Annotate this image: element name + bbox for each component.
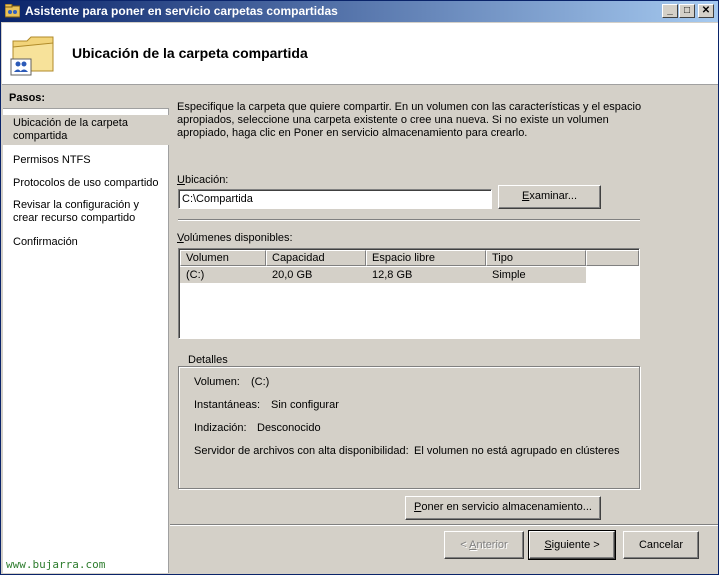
description-text: Especifique la carpeta que quiere compar… [177,101,642,139]
details-title: Detalles [185,354,231,366]
browse-button[interactable]: Examinar... [498,185,601,209]
detail-volume-label: Volumen: [194,376,240,388]
step-item-review[interactable]: Revisar la configuración y crear recurso… [3,197,169,227]
details-groupbox [178,366,640,489]
volume-cell: (C:) [186,269,205,281]
page-title: Ubicación de la carpeta compartida [72,45,308,61]
cancel-button[interactable]: Cancelar [623,531,699,559]
volumes-list[interactable]: Volumen Capacidad Espacio libre Tipo (C:… [178,248,640,339]
location-label: Ubicación: [177,174,229,186]
minimize-button[interactable]: _ [662,4,678,18]
close-button[interactable]: ✕ [698,4,714,18]
separator [178,219,640,221]
wizard-window: Asistente para poner en servicio carpeta… [0,0,719,575]
back-button[interactable]: < Anterior [444,531,524,559]
footer-separator [170,524,718,526]
watermark: www.bujarra.com [6,558,106,571]
column-header-capacity[interactable]: Capacidad [266,250,366,266]
steps-heading: Pasos: [3,87,169,109]
step-item-sharing-protocols[interactable]: Protocolos de uso compartido [3,175,169,192]
volumes-label: Volúmenes disponibles: [177,232,293,244]
column-header-filler [586,250,639,266]
detail-snapshots-value: Sin configurar [271,399,339,411]
wizard-app-icon [5,4,20,18]
detail-indexing-value: Desconocido [257,422,321,434]
column-header-free-space[interactable]: Espacio libre [366,250,486,266]
detail-ha-value: El volumen no está agrupado en clústeres [414,445,620,457]
volume-row[interactable]: (C:) 20,0 GB 12,8 GB Simple [180,267,586,283]
step-item-location[interactable]: Ubicación de la carpeta compartida [3,115,169,145]
detail-volume-value: (C:) [251,376,270,388]
detail-ha-label: Servidor de archivos con alta disponibil… [194,445,409,457]
provision-storage-button[interactable]: Poner en servicio almacenamiento... [405,496,601,520]
wizard-header: Ubicación de la carpeta compartida [2,23,718,85]
type-cell: Simple [492,269,526,281]
step-item-confirmation[interactable]: Confirmación [3,234,169,251]
column-header-volume[interactable]: Volumen [180,250,266,266]
maximize-button[interactable]: □ [679,4,695,18]
detail-indexing-label: Indización: [194,422,247,434]
title-bar: Asistente para poner en servicio carpeta… [1,1,718,22]
location-input[interactable]: C:\Compartida [178,189,492,209]
detail-snapshots-label: Instantáneas: [194,399,261,411]
step-item-ntfs-permissions[interactable]: Permisos NTFS [3,152,169,169]
steps-sidebar: Pasos: Ubicación de la carpeta compartid… [3,87,169,573]
free-space-cell: 12,8 GB [372,269,413,281]
capacity-cell: 20,0 GB [272,269,313,281]
main-content: Especifique la carpeta que quiere compar… [170,87,718,574]
next-button[interactable]: Siguiente > [528,530,616,560]
folder-users-icon [10,36,54,76]
column-header-type[interactable]: Tipo [486,250,586,266]
window-title: Asistente para poner en servicio carpeta… [25,4,338,18]
